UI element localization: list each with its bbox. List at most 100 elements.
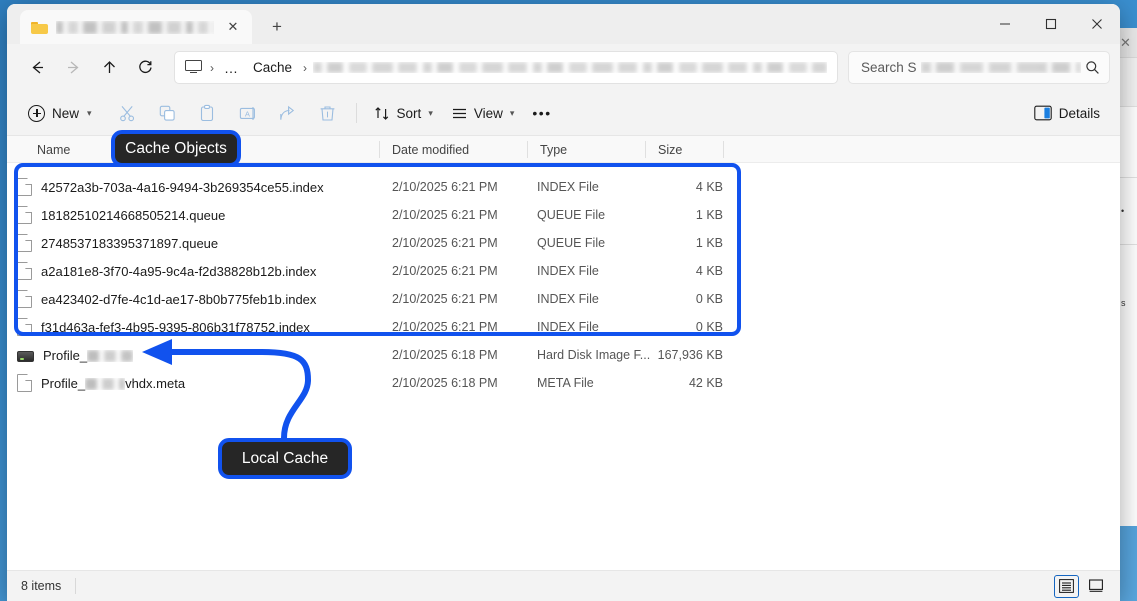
file-type: Hard Disk Image F... — [537, 348, 650, 362]
address-bar[interactable]: › … Cache › — [174, 51, 838, 84]
file-size: 0 KB — [655, 320, 723, 334]
file-name-redacted — [85, 378, 125, 390]
file-icon — [17, 178, 32, 196]
monitor-icon[interactable] — [185, 60, 202, 75]
file-type: QUEUE File — [537, 208, 605, 222]
file-icon — [17, 262, 32, 280]
file-date: 2/10/2025 6:21 PM — [392, 180, 498, 194]
background-window-body: • s — [1119, 106, 1137, 526]
table-row[interactable]: 18182510214668505214.queue 2/10/2025 6:2… — [7, 201, 1120, 229]
file-name-cell: ea423402-d7fe-4c1d-ae17-8b0b775feb1b.ind… — [17, 290, 316, 308]
column-header-name[interactable]: Name — [27, 136, 70, 163]
tab-title-redacted — [56, 21, 214, 34]
file-date: 2/10/2025 6:18 PM — [392, 376, 498, 390]
status-bar: 8 items — [7, 570, 1120, 601]
file-type: INDEX File — [537, 292, 599, 306]
file-name: Profile_ — [43, 348, 133, 363]
sort-arrows-icon — [374, 105, 391, 122]
plus-icon — [28, 105, 45, 122]
more-options-label: ••• — [532, 105, 551, 121]
close-tab-icon[interactable]: ✕ — [222, 16, 244, 38]
search-input[interactable]: Search S — [848, 51, 1110, 84]
share-button[interactable] — [268, 97, 308, 129]
back-button[interactable] — [20, 51, 54, 85]
view-toggle-group — [1054, 575, 1108, 598]
view-button[interactable]: View ▾ — [442, 97, 524, 129]
file-icon — [17, 290, 32, 308]
file-size: 1 KB — [655, 208, 723, 222]
background-window[interactable]: ✕ • s — [1118, 28, 1137, 508]
table-row[interactable]: 2748537183395371897.queue 2/10/2025 6:21… — [7, 229, 1120, 257]
background-window-titlebar: ✕ — [1119, 28, 1137, 58]
file-date: 2/10/2025 6:21 PM — [392, 292, 498, 306]
file-name: 18182510214668505214.queue — [41, 208, 225, 223]
file-name-cell: Profile_vhdx.meta — [17, 374, 185, 392]
file-list[interactable]: 42572a3b-703a-4a16-9494-3b269354ce55.ind… — [7, 163, 1120, 570]
column-header-date-modified[interactable]: Date modified — [382, 136, 469, 163]
new-button[interactable]: New ▾ — [21, 97, 102, 129]
svg-text:A: A — [245, 109, 251, 118]
file-icon — [17, 234, 32, 252]
file-size: 42 KB — [655, 376, 723, 390]
new-tab-button[interactable]: + — [262, 12, 292, 42]
forward-button[interactable] — [56, 51, 90, 85]
command-bar: New ▾ A Sort — [7, 91, 1120, 136]
sort-button[interactable]: Sort ▾ — [365, 97, 442, 129]
file-date: 2/10/2025 6:21 PM — [392, 264, 498, 278]
breadcrumb-overflow-button[interactable]: … — [220, 60, 243, 76]
file-size: 4 KB — [655, 264, 723, 278]
table-row[interactable]: ea423402-d7fe-4c1d-ae17-8b0b775feb1b.ind… — [7, 285, 1120, 313]
details-pane-button[interactable]: Details — [1024, 97, 1110, 129]
large-icons-view-toggle[interactable] — [1083, 575, 1108, 598]
column-header-type[interactable]: Type — [530, 136, 567, 163]
details-pane-icon — [1034, 105, 1052, 121]
minimize-button[interactable] — [982, 4, 1028, 44]
search-placeholder: Search S — [861, 60, 917, 75]
copy-button[interactable] — [148, 97, 188, 129]
file-size: 1 KB — [655, 236, 723, 250]
breadcrumb-cache[interactable]: Cache — [248, 58, 297, 77]
file-size: 0 KB — [655, 292, 723, 306]
breadcrumb-separator-2: › — [302, 61, 308, 75]
file-name: ea423402-d7fe-4c1d-ae17-8b0b775feb1b.ind… — [41, 292, 316, 307]
file-date: 2/10/2025 6:21 PM — [392, 236, 498, 250]
table-row[interactable]: 42572a3b-703a-4a16-9494-3b269354ce55.ind… — [7, 173, 1120, 201]
table-row[interactable]: a2a181e8-3f70-4a95-9c4a-f2d38828b12b.ind… — [7, 257, 1120, 285]
navigation-bar: › … Cache › Search S — [7, 44, 1120, 91]
column-header-size[interactable]: Size — [648, 136, 682, 163]
breadcrumb-redacted[interactable] — [313, 62, 827, 73]
table-row[interactable]: f31d463a-fef3-4b95-9395-806b31f78752.ind… — [7, 313, 1120, 341]
file-name-redacted — [87, 350, 133, 362]
file-name-cell: 42572a3b-703a-4a16-9494-3b269354ce55.ind… — [17, 178, 324, 196]
new-button-label: New — [52, 106, 79, 121]
hard-disk-icon — [17, 351, 34, 362]
file-explorer-window: ✕ + — [7, 4, 1120, 601]
file-type: META File — [537, 376, 594, 390]
file-name: Profile_vhdx.meta — [41, 376, 185, 391]
explorer-tab[interactable]: ✕ — [20, 10, 252, 44]
maximize-button[interactable] — [1028, 4, 1074, 44]
paste-button[interactable] — [188, 97, 228, 129]
desktop-background: ✕ • s ✕ + — [0, 0, 1137, 601]
file-name-cell: f31d463a-fef3-4b95-9395-806b31f78752.ind… — [17, 318, 310, 336]
file-type: QUEUE File — [537, 236, 605, 250]
window-controls — [982, 4, 1120, 44]
background-close-icon[interactable]: ✕ — [1120, 36, 1134, 50]
more-options-button[interactable]: ••• — [523, 97, 560, 129]
up-button[interactable] — [92, 51, 126, 85]
search-icon[interactable] — [1085, 60, 1100, 75]
sort-button-label: Sort — [397, 106, 422, 121]
file-name-cell: a2a181e8-3f70-4a95-9c4a-f2d38828b12b.ind… — [17, 262, 316, 280]
chevron-down-icon: ▾ — [428, 108, 433, 119]
cut-button[interactable] — [108, 97, 148, 129]
delete-button[interactable] — [308, 97, 348, 129]
status-divider — [75, 578, 76, 594]
table-row[interactable]: Profile_vhdx.meta 2/10/2025 6:18 PM META… — [7, 369, 1120, 397]
close-button[interactable] — [1074, 4, 1120, 44]
details-view-toggle[interactable] — [1054, 575, 1079, 598]
rename-button[interactable]: A — [228, 97, 268, 129]
table-row[interactable]: Profile_ 2/10/2025 6:18 PM Hard Disk Ima… — [7, 341, 1120, 369]
refresh-button[interactable] — [128, 51, 162, 85]
list-lines-icon — [451, 105, 468, 122]
file-name: a2a181e8-3f70-4a95-9c4a-f2d38828b12b.ind… — [41, 264, 316, 279]
